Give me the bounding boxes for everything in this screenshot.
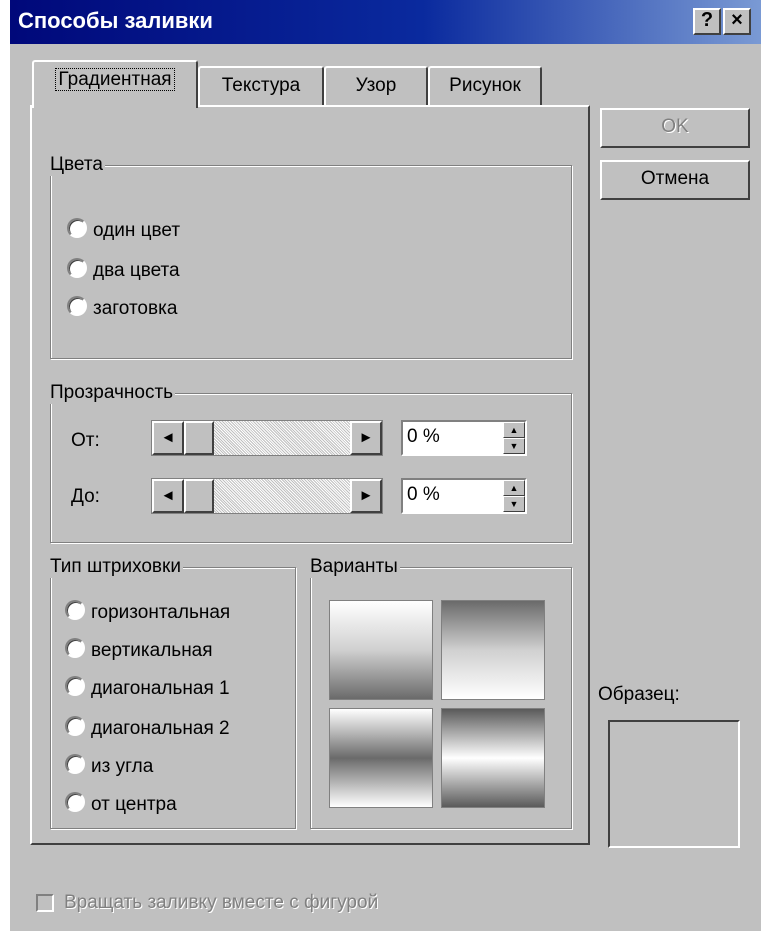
slider-thumb[interactable] xyxy=(184,479,214,513)
variants-group: Варианты xyxy=(310,556,572,829)
transparency-group-legend: Прозрачность xyxy=(50,382,176,404)
from-transparency-spinner[interactable]: 0 % ▲ ▼ xyxy=(401,420,527,456)
radio-vertical[interactable]: вертикальная xyxy=(65,638,213,662)
radio-button-icon xyxy=(65,754,85,774)
shading-styles-group: Тип штриховки горизонтальная вертикальна… xyxy=(50,556,296,829)
rotate-checkbox[interactable] xyxy=(36,894,54,912)
from-transparency-slider[interactable]: ◄ ► xyxy=(151,420,383,456)
slider-thumb[interactable] xyxy=(184,421,214,455)
shading-styles-legend: Тип штриховки xyxy=(50,556,183,578)
close-button[interactable]: × xyxy=(723,8,751,35)
radio-from-corner[interactable]: из угла xyxy=(65,754,153,778)
tab-texture[interactable]: Текстура xyxy=(198,66,324,106)
scroll-left-arrow-icon[interactable]: ◄ xyxy=(152,421,184,455)
help-button[interactable]: ? xyxy=(693,8,721,35)
colors-group-legend: Цвета xyxy=(50,154,105,176)
radio-button-icon xyxy=(65,716,85,736)
ok-button[interactable]: OK xyxy=(600,108,750,148)
title-bar: Способы заливки ? × xyxy=(10,0,761,44)
radio-one-color[interactable]: один цвет xyxy=(67,218,180,242)
radio-two-colors[interactable]: два цвета xyxy=(67,258,180,282)
tab-panel: Цвета один цвет два цвета заготовка Проз… xyxy=(30,105,590,845)
from-label: От: xyxy=(71,430,100,451)
radio-button-icon xyxy=(67,218,87,238)
tab-gradient[interactable]: Градиентная xyxy=(32,60,198,108)
spin-down-icon[interactable]: ▼ xyxy=(503,438,525,454)
spin-up-icon[interactable]: ▲ xyxy=(503,480,525,496)
fill-effects-dialog: Способы заливки ? × Градиентная Текстура… xyxy=(10,0,761,931)
variant-swatch-4[interactable] xyxy=(441,708,545,808)
radio-diagonal-up[interactable]: диагональная 1 xyxy=(65,676,230,700)
radio-button-icon xyxy=(65,600,85,620)
transparency-group: Прозрачность От: ◄ ► 0 % ▲ ▼ До: ◄ ► 0 %… xyxy=(50,382,572,543)
variant-swatch-2[interactable] xyxy=(441,600,545,700)
radio-button-icon xyxy=(67,296,87,316)
dialog-title: Способы заливки xyxy=(18,8,213,33)
radio-button-icon xyxy=(65,676,85,696)
to-transparency-value: 0 % xyxy=(407,484,440,505)
rotate-checkbox-label: Вращать заливку вместе с фигурой xyxy=(64,892,379,913)
from-transparency-value: 0 % xyxy=(407,426,440,447)
radio-diagonal-down[interactable]: диагональная 2 xyxy=(65,716,230,740)
scroll-right-arrow-icon[interactable]: ► xyxy=(350,421,382,455)
to-label: До: xyxy=(71,486,100,507)
variant-swatch-3[interactable] xyxy=(329,708,433,808)
scroll-left-arrow-icon[interactable]: ◄ xyxy=(152,479,184,513)
variants-legend: Варианты xyxy=(310,556,400,578)
tab-pattern[interactable]: Узор xyxy=(324,66,428,106)
radio-from-center[interactable]: от центра xyxy=(65,792,177,816)
colors-group: Цвета один цвет два цвета заготовка xyxy=(50,154,572,359)
to-transparency-slider[interactable]: ◄ ► xyxy=(151,478,383,514)
cancel-button[interactable]: Отмена xyxy=(600,160,750,200)
radio-preset[interactable]: заготовка xyxy=(67,296,177,320)
radio-button-icon xyxy=(65,792,85,812)
sample-label: Образец: xyxy=(598,684,680,705)
tab-picture[interactable]: Рисунок xyxy=(428,66,542,106)
radio-horizontal[interactable]: горизонтальная xyxy=(65,600,230,624)
radio-button-icon xyxy=(65,638,85,658)
spin-up-icon[interactable]: ▲ xyxy=(503,422,525,438)
scroll-right-arrow-icon[interactable]: ► xyxy=(350,479,382,513)
spin-down-icon[interactable]: ▼ xyxy=(503,496,525,512)
sample-preview xyxy=(608,720,740,848)
to-transparency-spinner[interactable]: 0 % ▲ ▼ xyxy=(401,478,527,514)
variant-swatch-1[interactable] xyxy=(329,600,433,700)
radio-button-icon xyxy=(67,258,87,278)
